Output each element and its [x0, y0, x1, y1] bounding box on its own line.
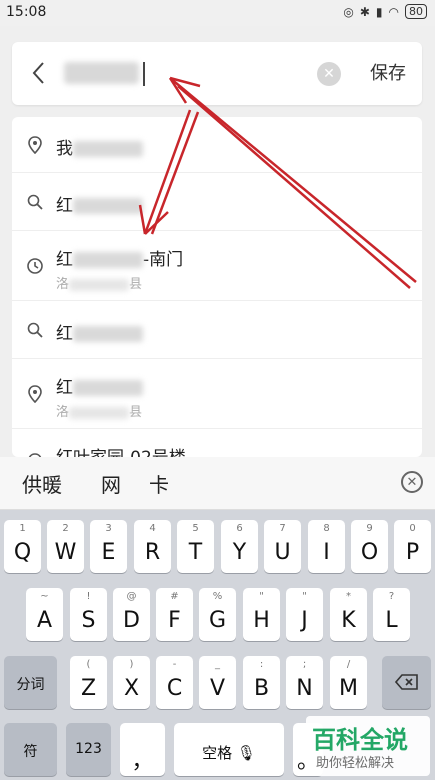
suggestion-item[interactable]: 我 — [12, 117, 422, 173]
redacted-text — [73, 326, 143, 342]
comma-key[interactable]: ， — [120, 723, 165, 776]
symbol-key[interactable]: 符 — [4, 723, 57, 776]
suggestion-item[interactable]: 红叶家园-02号楼 — [12, 429, 422, 457]
suggestion-item[interactable]: 红 洛县 — [12, 359, 422, 429]
redacted-text — [69, 278, 130, 291]
candidate-word[interactable]: 网 — [101, 469, 121, 498]
microphone-icon: 🎙 — [236, 744, 256, 762]
search-icon — [27, 194, 43, 210]
key-n[interactable]: ; N — [286, 656, 323, 709]
redacted-search-text — [64, 62, 139, 84]
key-m[interactable]: / M — [330, 656, 367, 709]
space-key[interactable]: 空格 🎙 — [174, 723, 284, 776]
status-bar: 15:08 ◎ ✱ ▮ ◠ 80 — [0, 0, 435, 26]
bluetooth-icon: ✱ — [359, 4, 370, 19]
key-x[interactable]: ) X — [113, 656, 150, 709]
key-h[interactable]: " H — [243, 588, 280, 641]
suggestion-subtitle: 洛县 — [56, 277, 143, 292]
suggestion-title: 红 — [56, 373, 143, 398]
suggestion-title: 红 -南门 — [56, 250, 184, 270]
key-p[interactable]: 0P — [394, 520, 431, 573]
suggestion-item[interactable]: 红 — [12, 173, 422, 231]
key-f[interactable]: # F — [156, 588, 193, 641]
clock-icon — [27, 258, 43, 274]
save-button[interactable]: 保存 — [362, 59, 414, 89]
suggestion-title: 红叶家园-02号楼 — [56, 443, 186, 457]
ime-candidate-bar: 供暖 网 卡 ✕ — [0, 457, 435, 510]
redacted-text — [73, 380, 143, 396]
key-y[interactable]: 6Y — [221, 520, 258, 573]
key-k[interactable]: * K — [330, 588, 367, 641]
key-i[interactable]: 8I — [308, 520, 345, 573]
key-v[interactable]: _ V — [199, 656, 236, 709]
key-c[interactable]: -C — [156, 656, 193, 709]
key-g[interactable]: % G — [199, 588, 236, 641]
search-bar: ✕ 保存 — [12, 42, 422, 105]
key-u[interactable]: 7U — [264, 520, 301, 573]
suggestion-list: 我 红 红-南门 洛县 红 红 洛县 红叶家园-02号楼 — [12, 117, 422, 457]
backspace-icon — [395, 674, 418, 690]
candidate-word[interactable]: 供暖 — [22, 469, 62, 498]
key-r[interactable]: 4R — [134, 520, 171, 573]
suggestion-item[interactable]: 红 -南门 洛县 — [12, 231, 422, 301]
key-t[interactable]: 5T — [177, 520, 214, 573]
backspace-key[interactable] — [382, 656, 431, 709]
alarm-icon: ◎ — [343, 4, 354, 19]
key-s[interactable]: ! S — [70, 588, 107, 641]
segment-key[interactable]: 分词 — [4, 656, 57, 709]
status-icons: ◎ ✱ ▮ ◠ 80 — [343, 4, 427, 19]
location-pin-icon — [28, 136, 42, 154]
suggestion-title: 红 — [56, 319, 143, 344]
wifi-icon: ◠ — [388, 4, 399, 19]
search-icon — [27, 322, 43, 338]
close-candidates-icon[interactable]: ✕ — [401, 471, 423, 493]
key-b[interactable]: :B — [243, 656, 280, 709]
location-pin-icon — [28, 385, 42, 403]
text-cursor — [143, 62, 145, 86]
battery-icon: 80 — [405, 4, 427, 19]
suggestion-title: 我 — [56, 134, 143, 159]
back-arrow-icon[interactable] — [28, 60, 52, 86]
redacted-text — [73, 252, 143, 268]
signal-icon: ▮ — [375, 4, 383, 19]
suggestion-subtitle: 洛县 — [56, 405, 143, 420]
status-time: 15:08 — [6, 4, 47, 20]
key-j[interactable]: " J — [286, 588, 323, 641]
redacted-text — [73, 198, 143, 214]
key-e[interactable]: 3E — [90, 520, 127, 573]
key-a[interactable]: ~ A — [26, 588, 63, 641]
watermark-logo: 百科全说 助你轻松解决 — [306, 716, 430, 776]
key-w[interactable]: 2W — [47, 520, 84, 573]
key-z[interactable]: (Z — [70, 656, 107, 709]
key-q[interactable]: 1Q — [4, 520, 41, 573]
redacted-text — [69, 406, 130, 419]
candidate-word[interactable]: 卡 — [149, 469, 169, 498]
clear-icon[interactable]: ✕ — [317, 62, 341, 86]
redacted-text — [73, 141, 143, 157]
number-key[interactable]: 123 — [66, 723, 111, 776]
key-d[interactable]: @ D — [113, 588, 150, 641]
suggestion-item[interactable]: 红 — [12, 301, 422, 359]
key-o[interactable]: 9O — [351, 520, 388, 573]
suggestion-title: 红 — [56, 191, 143, 216]
key-l[interactable]: ? L — [373, 588, 410, 641]
